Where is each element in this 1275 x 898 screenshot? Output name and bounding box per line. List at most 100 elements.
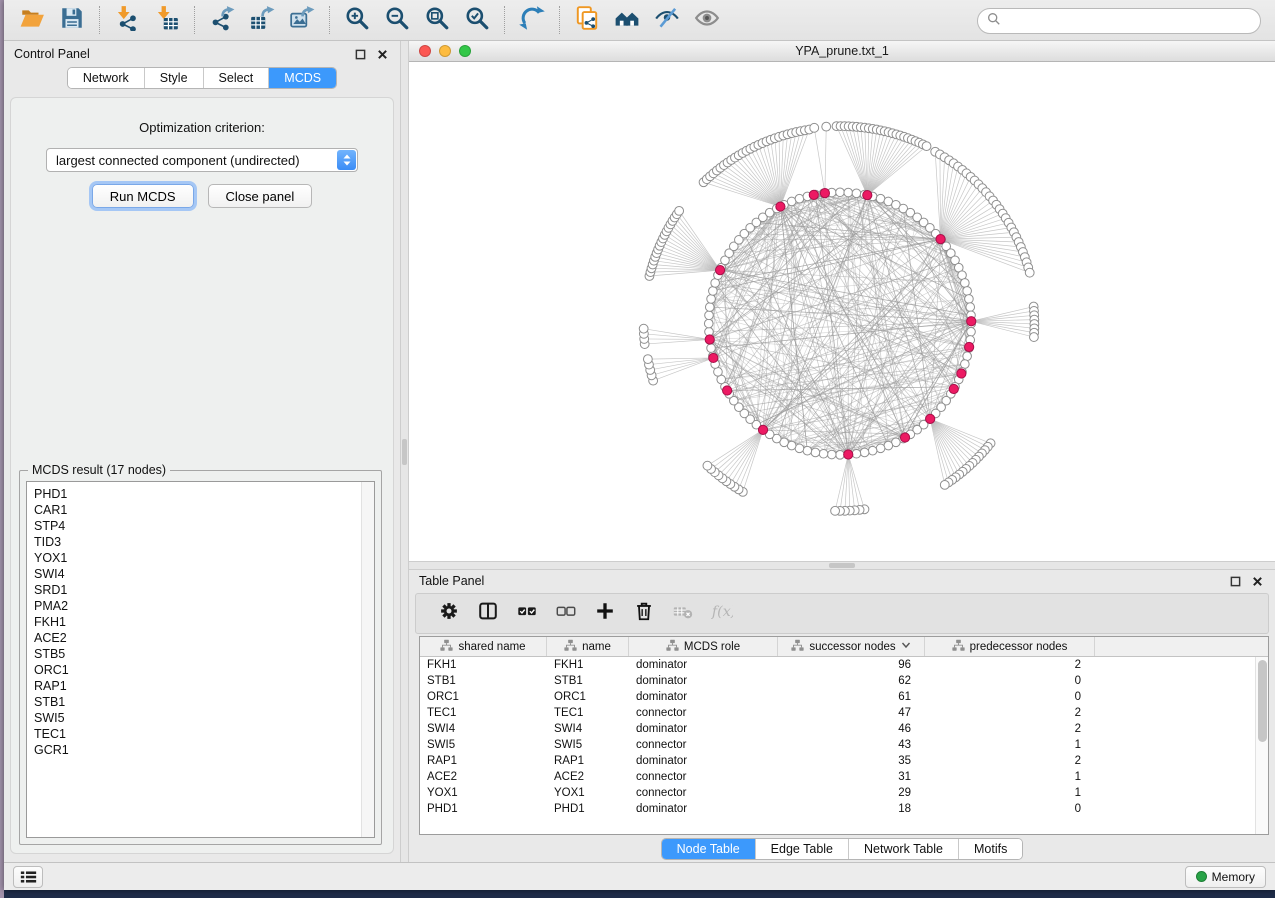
mcds-node-item[interactable]: STB1 xyxy=(34,694,374,710)
run-mcds-button[interactable]: Run MCDS xyxy=(92,184,194,208)
mcds-node-item[interactable]: STB5 xyxy=(34,646,374,662)
export-table-button[interactable] xyxy=(242,3,282,37)
tab-network-table[interactable]: Network Table xyxy=(849,839,959,859)
tab-network[interactable]: Network xyxy=(68,68,145,88)
mcds-node-item[interactable]: GCR1 xyxy=(34,742,374,758)
gear-button[interactable] xyxy=(434,599,464,629)
close-panel-icon[interactable] xyxy=(374,46,390,62)
zoom-fit-button[interactable] xyxy=(417,3,457,37)
control-panel-title: Control Panel xyxy=(14,47,90,61)
mcds-node-item[interactable]: STP4 xyxy=(34,518,374,534)
export-image-button[interactable] xyxy=(282,3,322,37)
network-canvas[interactable] xyxy=(409,62,1275,561)
clone-network-button[interactable] xyxy=(567,3,607,37)
columns-button[interactable] xyxy=(473,599,503,629)
table-row[interactable]: FKH1FKH1dominator962 xyxy=(420,657,1268,673)
column-header-name[interactable]: name xyxy=(547,637,629,656)
float-panel-icon[interactable] xyxy=(1227,573,1243,589)
table-row[interactable]: ORC1ORC1dominator610 xyxy=(420,689,1268,705)
column-header-predecessor-nodes[interactable]: predecessor nodes xyxy=(925,637,1095,656)
task-history-button[interactable] xyxy=(13,866,43,888)
zoom-selected-button[interactable] xyxy=(457,3,497,37)
zoom-out-button[interactable] xyxy=(377,3,417,37)
table-row[interactable]: YOX1YOX1connector291 xyxy=(420,785,1268,801)
mcds-node-item[interactable]: ACE2 xyxy=(34,630,374,646)
fx-icon: f(x) xyxy=(711,600,733,627)
mcds-node-item[interactable]: YOX1 xyxy=(34,550,374,566)
mcds-result-list[interactable]: PHD1CAR1STP4TID3YOX1SWI4SRD1PMA2FKH1ACE2… xyxy=(26,481,375,838)
toolbar-separator xyxy=(99,6,100,34)
column-header-MCDS-role[interactable]: MCDS role xyxy=(629,637,778,656)
close-window-icon[interactable] xyxy=(419,45,431,57)
mcds-node-item[interactable]: SWI5 xyxy=(34,710,374,726)
splitter-grip[interactable] xyxy=(402,439,407,465)
column-header-successor-nodes[interactable]: successor nodes xyxy=(778,637,925,656)
import-table-button[interactable] xyxy=(147,3,187,37)
save-session-button[interactable] xyxy=(52,3,92,37)
mcds-node-item[interactable]: SRD1 xyxy=(34,582,374,598)
mcds-node-item[interactable]: TEC1 xyxy=(34,726,374,742)
table-row[interactable]: ACE2ACE2connector311 xyxy=(420,769,1268,785)
delete-button[interactable] xyxy=(629,599,659,629)
mcds-node-item[interactable]: ORC1 xyxy=(34,662,374,678)
tab-edge-table[interactable]: Edge Table xyxy=(756,839,849,859)
mcds-list-scrollbar[interactable] xyxy=(361,482,374,837)
cell-predecessor-nodes: 0 xyxy=(925,803,1095,815)
refresh-button[interactable] xyxy=(512,3,552,37)
horizontal-splitter[interactable] xyxy=(409,561,1275,570)
cell-MCDS-role: connector xyxy=(629,787,778,799)
column-header-shared-name[interactable]: shared name xyxy=(420,637,547,656)
memory-button[interactable]: Memory xyxy=(1185,866,1266,888)
minimize-window-icon[interactable] xyxy=(439,45,451,57)
select-all-button[interactable] xyxy=(512,599,542,629)
columns-icon xyxy=(477,600,499,627)
network-graph[interactable] xyxy=(409,62,1275,561)
splitter-grip[interactable] xyxy=(829,563,855,568)
cell-successor-nodes: 62 xyxy=(778,675,925,687)
tab-style[interactable]: Style xyxy=(145,68,204,88)
search-box[interactable] xyxy=(977,8,1261,34)
open-file-button[interactable] xyxy=(12,3,52,37)
tab-motifs[interactable]: Motifs xyxy=(959,839,1022,859)
table-row[interactable]: STB1STB1dominator620 xyxy=(420,673,1268,689)
vertical-splitter[interactable] xyxy=(400,41,409,862)
maximize-window-icon[interactable] xyxy=(459,45,471,57)
tab-node-table[interactable]: Node Table xyxy=(662,839,756,859)
tab-mcds[interactable]: MCDS xyxy=(269,68,336,88)
close-panel-button[interactable]: Close panel xyxy=(208,184,313,208)
control-panel: Control Panel NetworkStyleSelectMCDS Opt… xyxy=(4,41,400,862)
deselect-all-button[interactable] xyxy=(551,599,581,629)
table-row[interactable]: SWI4SWI4dominator462 xyxy=(420,721,1268,737)
table-row[interactable]: TEC1TEC1connector472 xyxy=(420,705,1268,721)
float-panel-icon[interactable] xyxy=(352,46,368,62)
table-scrollbar[interactable] xyxy=(1255,657,1268,834)
show-all-button[interactable] xyxy=(687,3,727,37)
table-row[interactable]: SWI5SWI5connector431 xyxy=(420,737,1268,753)
scrollbar-thumb[interactable] xyxy=(1258,660,1267,742)
table-row[interactable]: PHD1PHD1dominator180 xyxy=(420,801,1268,817)
mcds-node-item[interactable]: RAP1 xyxy=(34,678,374,694)
sort-desc-icon xyxy=(901,640,911,653)
mcds-node-item[interactable]: PMA2 xyxy=(34,598,374,614)
export-network-button[interactable] xyxy=(202,3,242,37)
mcds-node-item[interactable]: PHD1 xyxy=(34,486,374,502)
first-neighbors-button[interactable] xyxy=(607,3,647,37)
add-button[interactable] xyxy=(590,599,620,629)
import-network-button[interactable] xyxy=(107,3,147,37)
mcds-node-item[interactable]: FKH1 xyxy=(34,614,374,630)
tab-select[interactable]: Select xyxy=(204,68,270,88)
mcds-node-item[interactable]: SWI4 xyxy=(34,566,374,582)
zoom-in-button[interactable] xyxy=(337,3,377,37)
optimization-criterion-select[interactable]: largest connected component (undirected) xyxy=(46,148,358,172)
search-input[interactable] xyxy=(1006,11,1260,31)
hide-selected-button[interactable] xyxy=(647,3,687,37)
network-titlebar[interactable]: YPA_prune.txt_1 xyxy=(409,41,1275,62)
toolbar-separator xyxy=(194,6,195,34)
mcds-node-item[interactable]: TID3 xyxy=(34,534,374,550)
mcds-node-item[interactable]: CAR1 xyxy=(34,502,374,518)
cell-successor-nodes: 35 xyxy=(778,755,925,767)
table-row[interactable]: RAP1RAP1dominator352 xyxy=(420,753,1268,769)
cell-shared-name: RAP1 xyxy=(420,755,547,767)
cell-MCDS-role: dominator xyxy=(629,723,778,735)
close-panel-icon[interactable] xyxy=(1249,573,1265,589)
